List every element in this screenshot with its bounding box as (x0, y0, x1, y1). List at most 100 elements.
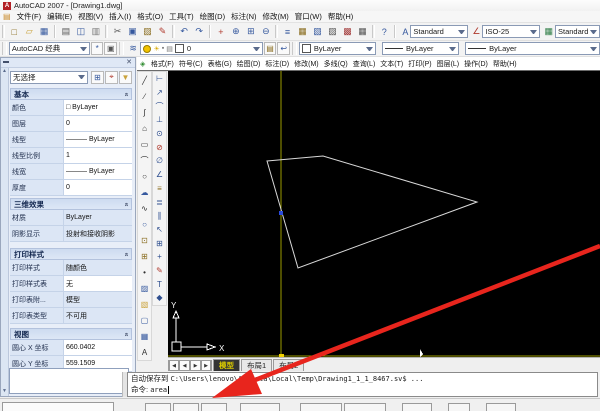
point-tool-button[interactable]: • (138, 264, 151, 280)
ordinate-dim-button[interactable]: ⊥ (153, 113, 166, 127)
title-bar[interactable]: A AutoCAD 2007 - [Drawing1.dwg] (0, 0, 600, 11)
tab-layout1[interactable]: 布局1 (241, 359, 273, 371)
lock-toolbars-button[interactable]: ▣ (104, 42, 118, 55)
toolbar-grip[interactable] (208, 25, 212, 38)
section-header[interactable]: 打印样式 « (10, 248, 132, 260)
toolbar-grip[interactable] (172, 25, 175, 38)
status-toggle-button[interactable] (240, 403, 280, 411)
paste-button[interactable]: ▨ (140, 24, 155, 39)
line-tool-button[interactable]: ╱ (138, 72, 151, 88)
menu-item[interactable]: 操作(D) (462, 59, 491, 69)
select-objects-button[interactable]: ⌖ (105, 70, 118, 84)
selection-combo[interactable]: 无选择 (10, 70, 88, 84)
drawing-window-icon[interactable]: ▤ (3, 12, 11, 21)
menu-item[interactable]: 绘图(D) (234, 59, 263, 69)
gradient-tool-button[interactable]: ▧ (138, 296, 151, 312)
spline-tool-button[interactable]: ∿ (138, 200, 151, 216)
menu-item[interactable]: 多线(Q) (321, 59, 350, 69)
polyline-tool-button[interactable]: ∫ (138, 104, 151, 120)
section-header[interactable]: 三维效果 « (10, 198, 132, 210)
menu-item[interactable]: 帮助(H) (325, 11, 356, 22)
command-input-line[interactable]: 命令: area (128, 384, 597, 395)
toolbar-grip[interactable] (119, 42, 124, 55)
status-toggle-button[interactable] (173, 403, 199, 411)
quick-dim-button[interactable]: ≡ (153, 182, 166, 196)
menu-item[interactable]: 符号(C) (176, 59, 205, 69)
toolbar-grip[interactable] (53, 25, 57, 38)
make-block-button[interactable]: ⊞ (138, 248, 151, 264)
palette-close-icon[interactable]: ✕ (126, 58, 132, 67)
toolbar-grip[interactable] (372, 25, 375, 38)
menu-item[interactable]: 查询(L) (350, 59, 378, 69)
color-combo[interactable]: ByLayer (298, 42, 376, 55)
menu-item[interactable]: 打印(P) (406, 59, 434, 69)
continue-dim-button[interactable]: ∥ (153, 209, 166, 223)
markup-set-manager-button[interactable]: ▩ (340, 24, 355, 39)
workspace-combo[interactable]: AutoCAD 经典 (8, 42, 90, 55)
toolbar-grip[interactable] (291, 42, 297, 55)
workspace-settings-button[interactable]: * (90, 42, 104, 55)
arc-length-dim-button[interactable]: ⌒ (153, 99, 166, 113)
menu-item[interactable]: 帮助(H) (490, 59, 519, 69)
toolbar-grip[interactable] (105, 25, 109, 38)
status-toggle-button[interactable] (344, 403, 386, 411)
tool-palettes-button[interactable]: ▧ (310, 24, 325, 39)
status-toggle-button[interactable] (448, 403, 470, 411)
first-tab-button[interactable]: ◀ (168, 360, 179, 371)
status-toggle-button[interactable] (201, 403, 227, 411)
rectangle-tool-button[interactable]: ▭ (138, 136, 151, 152)
save-button[interactable]: ▦ (37, 24, 52, 39)
status-toggle-button[interactable] (145, 403, 171, 411)
pickadd-toggle-button[interactable]: ⊞ (91, 70, 104, 84)
menu-item[interactable]: 标注(N) (228, 11, 259, 22)
pan-button[interactable]: + (213, 24, 228, 39)
linetype-combo[interactable]: ByLayer (382, 42, 460, 55)
toolbar-grip[interactable] (393, 25, 397, 38)
polygon-tool-button[interactable]: ⌂ (138, 120, 151, 136)
revcloud-tool-button[interactable]: ☁ (138, 184, 151, 200)
toolbar-grip[interactable] (275, 25, 279, 38)
prev-tab-button[interactable]: ◀ (179, 360, 190, 371)
zoom-window-button[interactable]: ⊞ (243, 24, 258, 39)
menu-item[interactable]: 绘图(D) (197, 11, 228, 22)
tolerance-button[interactable]: ⊞ (153, 236, 166, 250)
aligned-dim-button[interactable]: ↗ (153, 86, 166, 100)
new-file-button[interactable]: □ (7, 24, 22, 39)
quick-leader-button[interactable]: ↖ (153, 223, 166, 237)
layer-previous-button[interactable]: ↩ (277, 42, 290, 55)
lineweight-combo[interactable]: ByLayer (465, 42, 600, 55)
menu-item[interactable]: 窗口(W) (292, 11, 325, 22)
undo-button[interactable]: ↶ (177, 24, 192, 39)
plot-button[interactable]: ▤ (58, 24, 73, 39)
menu-item[interactable]: 文件(F) (14, 11, 45, 22)
cut-button[interactable]: ✂ (110, 24, 125, 39)
menu-item[interactable]: 视图(V) (75, 11, 106, 22)
coordinate-display[interactable] (2, 402, 114, 411)
copy-button[interactable]: ▣ (125, 24, 140, 39)
publish-button[interactable]: ▥ (88, 24, 103, 39)
center-mark-button[interactable]: + (153, 250, 166, 264)
plot-preview-button[interactable]: ◫ (73, 24, 88, 39)
baseline-dim-button[interactable]: ≣ (153, 195, 166, 209)
menu-item[interactable]: 插入(I) (106, 11, 134, 22)
design-center-button[interactable]: ▦ (295, 24, 310, 39)
last-tab-button[interactable]: ▶ (201, 360, 212, 371)
layer-manager-button[interactable]: ▤ (263, 42, 277, 55)
dim-edit-button[interactable]: ✎ (153, 264, 166, 278)
palette-scroll-strip[interactable]: ▲ ▼ (1, 68, 9, 396)
section-header[interactable]: 视图 « (10, 328, 132, 340)
scroll-up-icon[interactable]: ▲ (2, 68, 7, 74)
arc-tool-button[interactable]: ⌒ (138, 152, 151, 168)
help-button[interactable]: ? (377, 24, 392, 39)
ellipse-tool-button[interactable]: ○ (138, 216, 151, 232)
status-toggle-button[interactable] (402, 403, 432, 411)
region-tool-button[interactable]: ▢ (138, 312, 151, 328)
angular-dim-button[interactable]: ∠ (153, 168, 166, 182)
next-tab-button[interactable]: ▶ (190, 360, 201, 371)
layer-properties-manager-icon[interactable]: ≋ (126, 41, 141, 56)
node-grip-point[interactable] (279, 211, 283, 215)
hatch-tool-button[interactable]: ▨ (138, 280, 151, 296)
menu-item[interactable]: 格式(O) (134, 11, 166, 22)
menu-item[interactable]: 图层(L) (434, 59, 462, 69)
dim-style-combo[interactable]: ISO-25 (482, 25, 541, 38)
